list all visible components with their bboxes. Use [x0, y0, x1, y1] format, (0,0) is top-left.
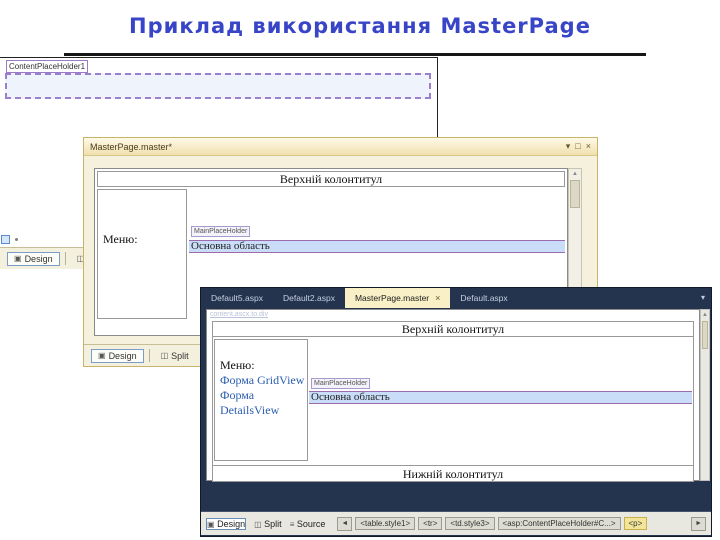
tab-masterpage[interactable]: MasterPage.master ×: [344, 288, 451, 308]
menu-link-gridview[interactable]: Форма GridView: [220, 373, 304, 388]
split-button[interactable]: ◫ Split: [155, 350, 195, 362]
toolbar-divider: [64, 252, 66, 265]
design-icon: ▣: [14, 254, 22, 263]
menu-column: Меню: Форма GridView Форма DetailsView: [214, 339, 308, 461]
design-label: Design: [24, 253, 53, 264]
window-menu-icon[interactable]: ▾: [566, 141, 571, 152]
document-tabbar: Default5.aspx Default2.aspx MasterPage.m…: [201, 288, 711, 308]
split-label: Split: [171, 350, 189, 361]
view-switch-toolbar: ▣ Design ◫ Split ≡ Source ◄ <table.style…: [201, 511, 711, 535]
design-icon: ▣: [207, 519, 215, 529]
tagnav-left-icon[interactable]: ◄: [337, 516, 353, 531]
toolbar-divider: [148, 349, 150, 362]
window-title: MasterPage.master*: [90, 141, 173, 152]
source-icon: ≡: [289, 519, 295, 529]
tab-label: MasterPage.master: [354, 293, 430, 303]
tab-default5[interactable]: Default5.aspx: [201, 288, 273, 308]
selection-dot: [15, 238, 18, 241]
tag-navigator: ◄ <table.style1> <tr> <td.style3> <asp:C…: [337, 516, 648, 531]
tab-overflow-icon[interactable]: ▾: [701, 293, 705, 302]
menu-column: Меню:: [97, 189, 187, 319]
tag-tr[interactable]: <tr>: [418, 517, 443, 530]
vertical-scrollbar[interactable]: ▲: [700, 309, 710, 481]
dark-editor-window: Default5.aspx Default2.aspx MasterPage.m…: [200, 287, 712, 537]
contentplaceholder-region[interactable]: [5, 73, 431, 99]
split-button[interactable]: ◫ Split: [254, 519, 282, 529]
window-titlebar[interactable]: MasterPage.master* ▾ □ ×: [84, 138, 597, 156]
scrollbar-thumb[interactable]: [570, 180, 580, 208]
split-icon: ◫: [254, 519, 262, 529]
mainplaceholder-tag-label[interactable]: MainPlaceHolder: [191, 226, 251, 237]
contentplaceholder-tag-label[interactable]: ContentPlaceHolder1: [6, 60, 89, 73]
close-icon[interactable]: ×: [435, 293, 440, 303]
scroll-up-icon[interactable]: ▲: [701, 310, 709, 320]
menu-label: Меню:: [103, 232, 138, 246]
mainplaceholder-tag-label[interactable]: MainPlaceHolder: [311, 378, 371, 389]
slide-title: Приклад використання MasterPage: [129, 14, 591, 38]
main-area-placeholder[interactable]: Основна область: [309, 391, 692, 404]
maximize-icon[interactable]: □: [575, 141, 580, 152]
tag-td[interactable]: <td.style3>: [445, 517, 495, 530]
design-button[interactable]: ▣ Design: [206, 517, 247, 530]
tagnav-right-icon[interactable]: ►: [691, 516, 706, 531]
close-icon[interactable]: ×: [586, 141, 591, 152]
tab-default2[interactable]: Default2.aspx: [273, 288, 345, 308]
split-label: Split: [264, 518, 282, 529]
design-surface: content.ascx.to.div Верхній колонтитул М…: [206, 309, 700, 482]
tag-p[interactable]: <p>: [623, 517, 648, 530]
scrollbar-thumb[interactable]: [702, 321, 708, 349]
design-button[interactable]: ▣ Design: [7, 251, 60, 266]
tab-label: Default.aspx: [460, 293, 508, 303]
element-tag-label: content.ascx.to.div: [210, 311, 268, 318]
design-label: Design: [108, 350, 137, 361]
split-icon: ◫: [160, 351, 169, 360]
header-row: Верхній колонтитул: [212, 321, 694, 337]
main-area-placeholder[interactable]: Основна область: [189, 240, 565, 253]
menu-link-detailsview[interactable]: Форма DetailsView: [220, 388, 307, 418]
window-controls: ▾ □ ×: [566, 141, 591, 152]
tab-default[interactable]: Default.aspx: [450, 288, 517, 308]
title-underline: [64, 53, 646, 56]
tag-table[interactable]: <table.style1>: [355, 517, 416, 530]
design-icon: ▣: [98, 351, 106, 360]
tag-contentplaceholder[interactable]: <asp:ContentPlaceHolder#C...>: [497, 517, 621, 530]
source-label: Source: [296, 518, 326, 529]
scroll-up-icon[interactable]: ▲: [569, 169, 581, 179]
slide: Приклад використання MasterPage ContentP…: [0, 0, 720, 540]
footer-row: Нижній колонтитул: [212, 465, 694, 482]
tab-label: Default5.aspx: [211, 293, 263, 303]
menu-label: Меню:: [220, 358, 255, 372]
source-button[interactable]: ≡ Source: [290, 519, 326, 529]
tab-label: Default2.aspx: [282, 293, 335, 303]
selection-handle[interactable]: [1, 235, 10, 244]
header-row: Верхній колонтитул: [97, 171, 565, 187]
design-label: Design: [217, 518, 246, 529]
design-button[interactable]: ▣ Design: [91, 348, 144, 363]
